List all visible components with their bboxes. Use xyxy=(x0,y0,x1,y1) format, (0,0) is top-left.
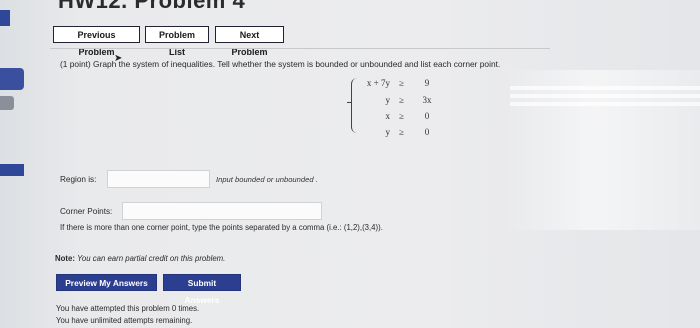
sidebar-tab-active[interactable] xyxy=(0,68,24,90)
inequality-lhs: x xyxy=(385,111,391,121)
attempts-remaining: You have unlimited attempts remaining. xyxy=(56,316,193,325)
corner-points-label: Corner Points: xyxy=(60,207,113,216)
sidebar-tab-bottom[interactable] xyxy=(0,164,24,176)
attempts-count: You have attempted this problem 0 times. xyxy=(56,304,200,313)
problem-list-button[interactable]: Problem List xyxy=(145,26,209,57)
inequality-relation: ≥ xyxy=(399,111,404,121)
page-title: HW12. Problem 4 xyxy=(58,0,246,13)
region-hint: Input bounded or unbounded . xyxy=(216,175,318,184)
corner-points-input[interactable] xyxy=(122,202,322,220)
inequality-rhs: 0 xyxy=(424,127,430,137)
mouse-cursor-icon: ➤ xyxy=(114,53,123,64)
inequality-rhs: 9 xyxy=(424,78,430,88)
inequality-lhs: y xyxy=(385,127,391,137)
preview-answers-button[interactable]: Preview My Answers xyxy=(56,274,157,291)
note-message: You can earn partial credit on this prob… xyxy=(77,254,226,263)
inequality-lhs: x + 7y xyxy=(366,78,390,88)
region-input[interactable] xyxy=(107,170,210,188)
inequality-rhs: 3x xyxy=(422,95,432,105)
sidebar-tab-top[interactable] xyxy=(0,10,10,26)
previous-problem-button[interactable]: Previous Problem xyxy=(53,26,140,57)
sidebar-tab-secondary[interactable] xyxy=(0,96,14,110)
inequality-lhs: y xyxy=(385,95,391,105)
submit-answers-button[interactable]: Submit Answers xyxy=(163,274,241,305)
corner-points-instruction: If there is more than one corner point, … xyxy=(60,223,383,232)
region-label: Region is: xyxy=(60,175,97,184)
inequality-relation: ≥ xyxy=(399,95,404,105)
note-text: Note: You can earn partial credit on thi… xyxy=(55,254,225,263)
inequality-rhs: 0 xyxy=(424,111,430,121)
note-label: Note: xyxy=(55,254,75,263)
system-brace-tip xyxy=(347,102,352,103)
next-problem-button[interactable]: Next Problem xyxy=(215,26,284,57)
system-brace xyxy=(351,78,358,133)
inequality-relation: ≥ xyxy=(399,127,404,137)
problem-statement: (1 point) Graph the system of inequaliti… xyxy=(60,59,501,69)
inequality-relation: ≥ xyxy=(399,78,404,88)
